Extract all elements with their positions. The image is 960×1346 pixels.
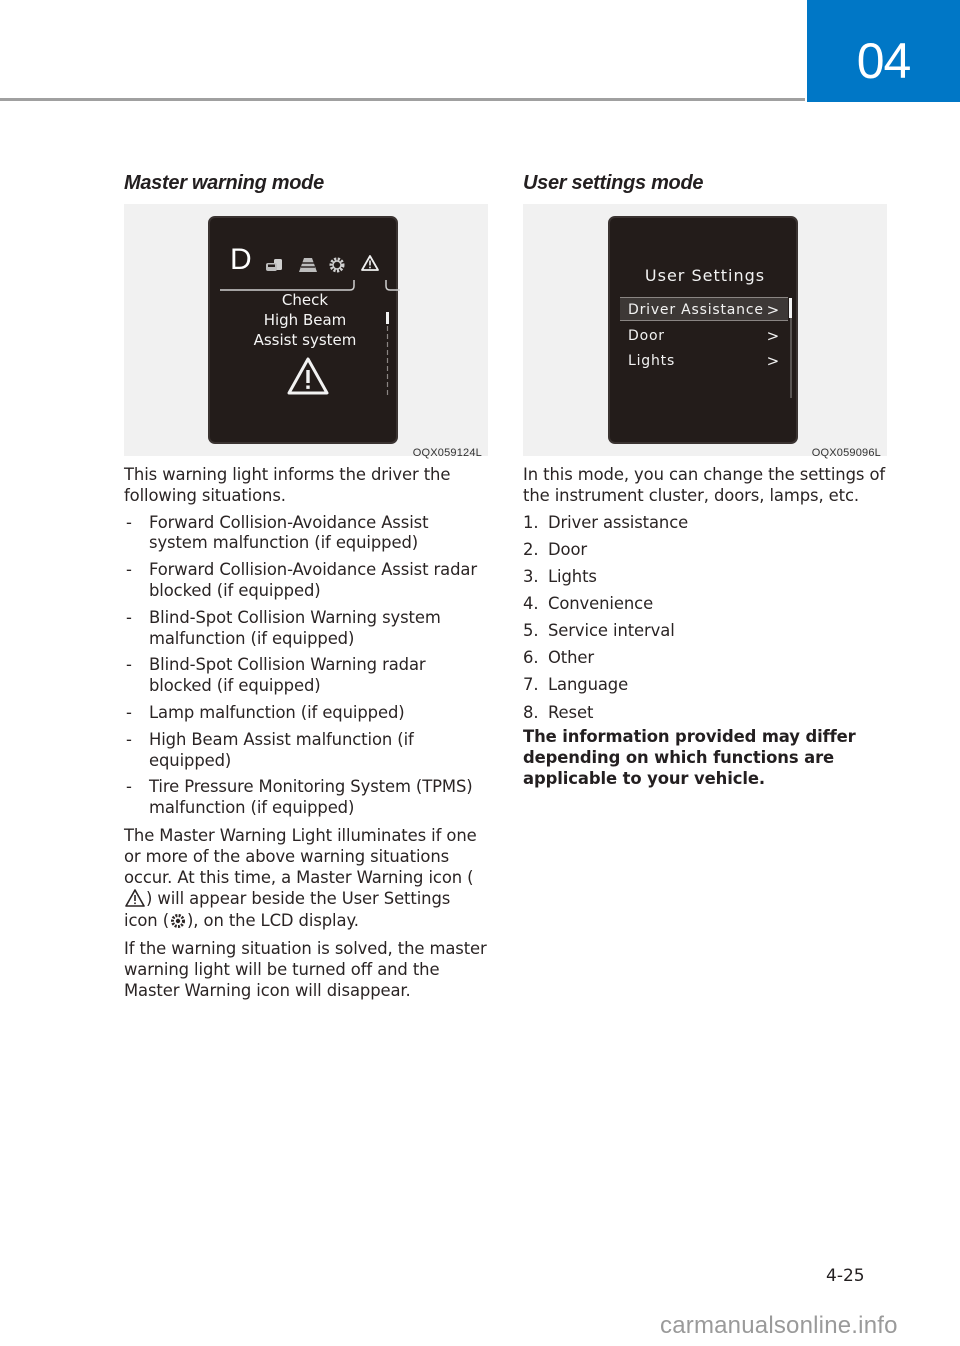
lane-icon [299,258,317,272]
list-item: - Blind-Spot Collision Warning radar bloc… [126,655,426,696]
page-number: 4-25 [826,1266,865,1286]
list-item: - Tire Pressure Monitoring System (TPMS) … [126,777,473,818]
master-warning-icon [287,357,329,395]
gear-indicator: D [230,243,252,276]
lcd-message-line: High Beam [263,311,347,329]
menu-item-lights: Lights > [620,349,788,373]
list-item: 3. Lights [523,567,597,587]
gear-icon [329,257,345,273]
section-title-master-warning: Master warning mode [124,172,324,194]
chapter-number: 04 [856,33,912,89]
list-item: 6. Other [523,648,595,668]
lcd-scrollbar-thumb [789,298,792,318]
section-title-user-settings: User settings mode [523,172,704,194]
right-column: User settings mode User Settings Driver … [523,172,887,790]
intro-paragraph: This warning light informs the driver th… [124,465,451,505]
list-item: 4. Convenience [523,594,654,614]
master-warning-body: This warning light informs the driver th… [124,465,488,1001]
chevron-right-icon: > [766,327,780,345]
list-item: - Blind-Spot Collision Warning system mal… [126,607,441,648]
list-item: - Lamp malfunction (if equipped) [126,702,405,722]
user-settings-list: 1. Driver assistance 2. Door 3. Lights 4. Co… [523,513,887,723]
figure-caption: OQX059124L [412,447,482,459]
chevron-right-icon: > [766,352,780,370]
user-settings-title: User Settings [644,266,766,285]
lcd-message-line: Assist system [253,331,357,349]
chapter-tab: 04 [807,0,960,102]
list-item: 5. Service interval [523,621,675,641]
intro-paragraph: In this mode, you can change the setting… [523,465,886,505]
chevron-right-icon: > [766,301,780,319]
left-column: Master warning mode D Check High Beam As… [124,172,488,1001]
warning-situations-list: - Forward Collision-Avoidance Assist syst… [124,513,488,819]
list-item: 2. Door [523,539,588,559]
applicability-note: The information provided may differ depe… [523,727,856,788]
list-item: 1. Driver assistance [523,512,689,532]
figure-caption: OQX059096L [811,447,881,459]
menu-item-door: Door > [620,324,788,348]
figure-master-warning: D Check High Beam Assist system OQX05912… [124,204,488,459]
list-item: 8. Reset [523,702,594,722]
warning-icon [125,889,145,908]
user-settings-body: In this mode, you can change the setting… [523,465,887,790]
list-item: - Forward Collision-Avoidance Assist rada… [126,560,477,600]
gear-icon [171,914,185,929]
menu-item-driver-assistance: Driver Assistance > [620,297,788,321]
master-warning-paragraph: The Master Warning Light illuminates if … [124,825,477,931]
watermark: carmanualsonline.info [660,1312,898,1339]
figure-user-settings: User Settings Driver Assistance > Door >… [523,204,887,459]
list-item: - High Beam Assist malfunction (if equipp… [126,729,414,770]
warning-icon [361,255,379,271]
resolution-paragraph: If the warning situation is solved, the … [124,938,487,1000]
lcd-scrollbar [386,312,389,398]
vehicle-distance-icon [266,259,282,271]
lcd-display: D Check High Beam Assist system [208,216,400,444]
header-rule [0,98,805,101]
list-item: - Forward Collision-Avoidance Assist syst… [126,512,429,553]
lcd-message-line: Check [281,291,329,309]
lcd-warning-message: Check High Beam Assist system [210,290,400,350]
lcd-display: User Settings Driver Assistance > Door >… [608,216,798,444]
list-item: 7. Language [523,675,629,695]
